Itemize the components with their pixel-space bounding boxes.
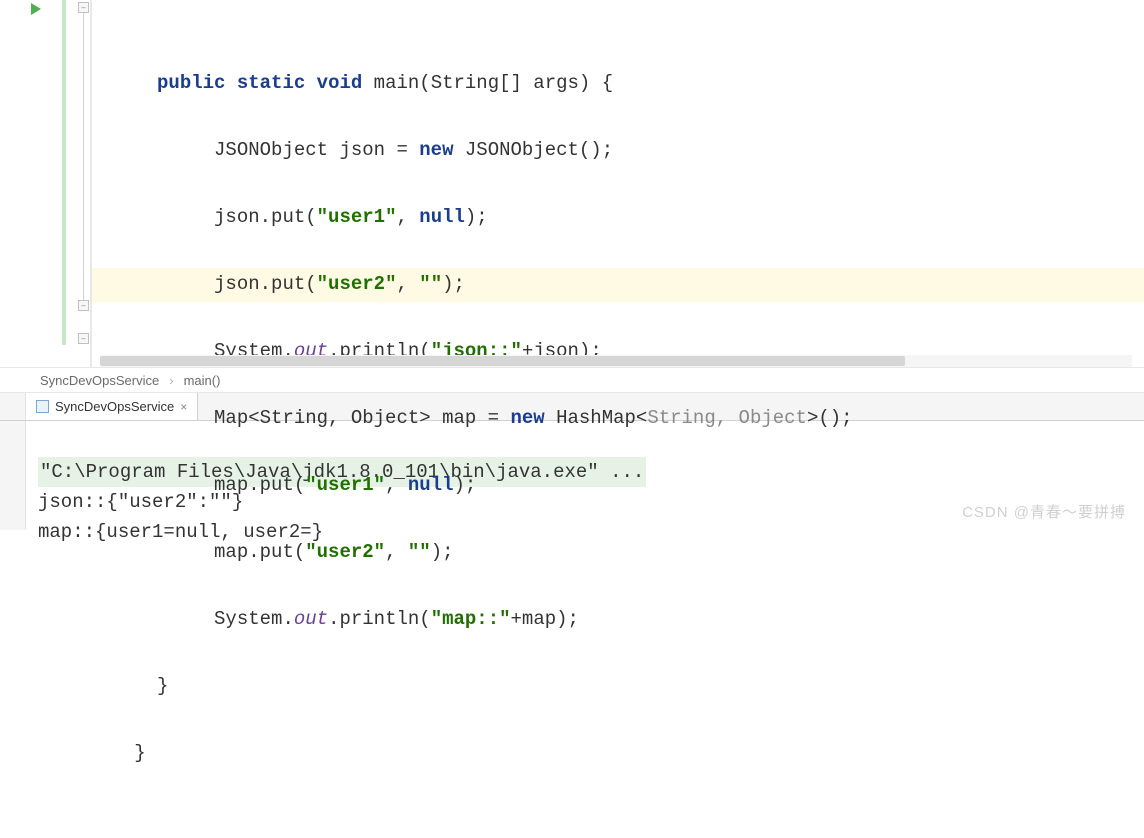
fold-bar: – – – — [78, 0, 90, 367]
code-line: json.put("user1", null); — [100, 201, 1144, 235]
fold-guide-line — [83, 13, 84, 303]
code-line: } — [100, 737, 1144, 771]
run-config-icon — [36, 400, 49, 413]
code-line: public static void main(String[] args) { — [100, 67, 1144, 101]
code-line: map.put("user2", ""); — [100, 536, 1144, 570]
code-line: Map<String, Object> map = new HashMap<St… — [100, 402, 1144, 436]
run-toolbar — [0, 421, 26, 530]
fold-handle-icon[interactable]: – — [78, 333, 89, 344]
scrollbar-thumb[interactable] — [100, 356, 905, 366]
code-line: } — [100, 670, 1144, 704]
editor-gutter: – – – — [0, 0, 92, 367]
code-line: System.out.println("map::"+map); — [100, 603, 1144, 637]
code-editor[interactable]: – – – public static void main(String[] a… — [0, 0, 1144, 367]
vcs-change-bar — [62, 0, 66, 345]
run-icon[interactable] — [30, 2, 42, 18]
code-line: map.put("user1", null); — [100, 469, 1144, 503]
run-tab-gutter — [0, 393, 26, 420]
code-line: JSONObject json = new JSONObject(); — [100, 134, 1144, 168]
code-content[interactable]: public static void main(String[] args) {… — [92, 0, 1144, 367]
fold-handle-icon[interactable]: – — [78, 300, 89, 311]
horizontal-scrollbar[interactable] — [100, 355, 1132, 367]
fold-handle-icon[interactable]: – — [78, 2, 89, 13]
code-line: json.put("user2", ""); — [100, 268, 1144, 302]
